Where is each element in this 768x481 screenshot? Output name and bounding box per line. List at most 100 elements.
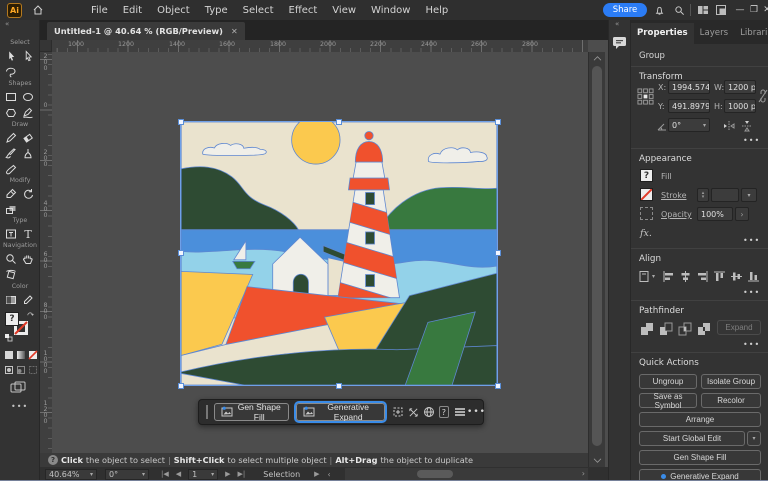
color-swatch-icon[interactable] <box>4 293 18 307</box>
generative-expand-button[interactable]: Generative Expand <box>296 403 385 421</box>
arrange-button[interactable]: Arrange <box>639 412 761 427</box>
globe-icon[interactable] <box>423 406 435 419</box>
touch-type-tool-icon[interactable] <box>4 227 18 241</box>
reference-point-locator[interactable] <box>637 88 654 105</box>
previous-artboard-icon[interactable]: ◀ <box>176 470 181 478</box>
zoom-tool-icon[interactable] <box>4 252 18 266</box>
menu-type[interactable]: Type <box>203 5 230 16</box>
scroll-down-icon[interactable] <box>593 457 602 464</box>
align-center-icon[interactable] <box>679 270 692 283</box>
appearance-more-options[interactable]: ••• <box>743 236 760 245</box>
eyedropper-tool-icon[interactable] <box>4 187 18 201</box>
align-left-icon[interactable] <box>662 270 675 283</box>
flip-vertical-icon[interactable] <box>741 120 753 132</box>
pathfinder-exclude-icon[interactable] <box>697 322 711 336</box>
vertical-scroll-thumb[interactable] <box>592 66 602 446</box>
menu-effect[interactable]: Effect <box>287 5 320 16</box>
align-right-icon[interactable] <box>696 270 709 283</box>
selection-handle[interactable] <box>178 383 184 389</box>
blob-brush-tool-icon[interactable] <box>4 163 18 177</box>
draw-inside-mode-icon[interactable] <box>26 363 40 377</box>
taskbar-drag-handle[interactable] <box>206 405 208 419</box>
align-middle-icon[interactable] <box>730 270 743 283</box>
rotate-tool-icon[interactable] <box>21 187 35 201</box>
align-more-options[interactable]: ••• <box>743 288 760 297</box>
hand-tool-icon[interactable] <box>21 252 35 266</box>
selection-handle[interactable] <box>336 119 342 125</box>
menu-lines-icon[interactable] <box>454 406 466 419</box>
close-tab-icon[interactable]: ✕ <box>231 27 238 36</box>
eraser-tool-icon[interactable] <box>21 131 35 145</box>
restore-button[interactable]: ❐ <box>747 2 761 17</box>
shaper-tool-icon[interactable] <box>21 106 35 120</box>
notifications-bell-icon[interactable] <box>652 3 666 17</box>
fill-proxy[interactable]: ? <box>5 312 19 326</box>
menu-object[interactable]: Object <box>155 5 192 16</box>
transform-more-options[interactable]: ••• <box>743 136 760 145</box>
direct-selection-tool-icon[interactable] <box>21 49 35 63</box>
tab-libraries[interactable]: Libraries <box>734 23 768 44</box>
search-icon[interactable] <box>672 3 686 17</box>
menu-view[interactable]: View <box>330 5 358 16</box>
recolor-button[interactable]: Recolor <box>701 393 761 408</box>
menu-edit[interactable]: Edit <box>121 5 144 16</box>
stroke-color-swatch[interactable] <box>640 188 653 201</box>
first-artboard-icon[interactable]: |◀ <box>161 470 169 478</box>
collapse-dock-icon[interactable]: « <box>615 20 619 28</box>
height-input[interactable]: 1000 px <box>724 99 756 113</box>
more-options-icon[interactable]: ••• <box>470 406 483 419</box>
selection-handle[interactable] <box>495 250 501 256</box>
type-tool-icon[interactable]: T <box>21 227 35 241</box>
magic-wand-tool-icon[interactable] <box>4 65 18 79</box>
polygon-tool-icon[interactable] <box>4 106 18 120</box>
ellipse-tool-icon[interactable] <box>21 90 35 104</box>
scroll-right-icon[interactable]: › <box>582 469 585 478</box>
scroll-up-icon[interactable] <box>593 55 602 62</box>
workspace-switcher-icon[interactable] <box>696 3 710 17</box>
change-screen-mode-icon[interactable] <box>8 380 28 394</box>
rotation-angle-select[interactable]: 0°▾ <box>668 118 710 132</box>
y-input[interactable]: 491.8979 p <box>668 99 710 113</box>
start-global-edit-button[interactable]: Start Global Edit <box>639 431 745 446</box>
width-input[interactable]: 1200 px <box>724 80 756 94</box>
constrain-proportions-link-icon[interactable] <box>758 88 768 104</box>
minimize-button[interactable]: — <box>733 2 747 17</box>
swap-fill-stroke-icon[interactable] <box>27 312 35 320</box>
transform-arrows-icon[interactable] <box>408 406 419 419</box>
arrange-documents-icon[interactable] <box>714 3 728 17</box>
close-button[interactable]: ✕ <box>760 2 768 17</box>
pathfinder-minus-front-icon[interactable] <box>659 322 673 336</box>
pathfinder-expand-button[interactable]: Expand <box>717 320 761 335</box>
ungroup-button[interactable]: Ungroup <box>639 374 697 389</box>
vertical-scrollbar[interactable] <box>588 52 605 467</box>
ruler-corner[interactable] <box>40 40 52 52</box>
align-to-selector[interactable]: ▾ <box>638 270 655 283</box>
rectangle-tool-icon[interactable] <box>4 90 18 104</box>
menu-select[interactable]: Select <box>241 5 276 16</box>
pathfinder-unite-icon[interactable] <box>640 322 654 336</box>
selection-tool-icon[interactable] <box>4 49 18 63</box>
rotation-select[interactable]: 0°▾ <box>105 469 149 480</box>
color-mode-none-icon[interactable] <box>26 348 40 362</box>
rotate-view-tool-icon[interactable] <box>4 268 18 282</box>
fill-color-swatch[interactable]: ? <box>640 169 653 182</box>
default-fill-stroke-icon[interactable] <box>5 334 13 342</box>
save-as-symbol-button[interactable]: Save as Symbol <box>639 393 697 408</box>
lighthouse-artwork[interactable] <box>181 122 497 385</box>
illustrator-app-icon[interactable]: Ai <box>7 3 22 18</box>
horizontal-scrollbar[interactable]: › <box>345 468 588 480</box>
status-collapse-icon[interactable]: ‹ <box>328 470 331 479</box>
vertical-ruler[interactable]: 200 0 200 400 600 800 1000 1200 <box>40 52 52 453</box>
opacity-label[interactable]: Opacity <box>661 210 692 219</box>
pen-tool-icon[interactable] <box>21 147 35 161</box>
menu-help[interactable]: Help <box>423 5 450 16</box>
selection-handle[interactable] <box>178 119 184 125</box>
status-flyout-icon[interactable]: ▶ <box>314 470 319 478</box>
opacity-options-button[interactable]: › <box>735 207 749 221</box>
stroke-weight-input[interactable] <box>711 188 739 202</box>
next-artboard-icon[interactable]: ▶ <box>225 470 230 478</box>
tab-properties[interactable]: Properties <box>631 23 694 44</box>
global-edit-dropdown[interactable]: ▾ <box>747 431 761 446</box>
gen-shape-fill-button[interactable]: Gen Shape Fill <box>214 403 289 421</box>
paintbrush-tool-icon[interactable] <box>4 147 18 161</box>
